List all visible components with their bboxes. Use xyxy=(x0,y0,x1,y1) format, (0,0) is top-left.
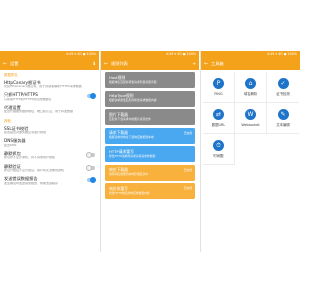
tool-url[interactable]: ⇄ 数据URL xyxy=(203,103,235,134)
setting-subtitle: 配置是否对服务器证书进行校验 xyxy=(4,131,47,135)
rules-screen: 4:49 ▾ 4G ◼ 100% ← 规则列表 + Host规则 根据域名匹配并… xyxy=(100,51,199,252)
rule-status-badge: 已启用 xyxy=(183,167,192,172)
tool-certificate[interactable]: ✓ 证书检测 xyxy=(267,72,299,103)
setting-row-silent-verify[interactable]: 静默验证 抓包开始后不显示验证，用户将无法看到通知 xyxy=(0,162,99,175)
silent-capture-toggle[interactable] xyxy=(86,152,95,159)
page-title: 工具箱 xyxy=(211,61,224,66)
text-edit-icon: ✎ xyxy=(277,108,289,120)
tool-label: Websocket xyxy=(241,122,260,127)
ping-icon: P xyxy=(213,78,224,90)
rule-subtitle: 修改HTTP响应的响应体数据内容 xyxy=(109,190,150,195)
rule-card[interactable]: HTTP请求重写 修改HTTP请求的请求头和请求体数据 xyxy=(105,146,195,162)
tool-label: PING xyxy=(214,91,223,96)
status-bar: 4:49 ▾ 4G ◼ 100% xyxy=(101,51,199,58)
setting-row-proxy[interactable]: 代理设置 配置代理服务器的地址、端口和认证，用于转发数据 xyxy=(0,103,99,116)
status-bar-text: 4:49 ▾ 4G ◼ 100% xyxy=(266,52,297,56)
toggle-knob xyxy=(86,152,92,159)
toggle-knob xyxy=(86,164,92,171)
rule-subtitle: 根据请求类型匹配并修改请求数据内容 xyxy=(109,98,157,102)
back-arrow-icon[interactable]: ← xyxy=(204,61,211,67)
tool-label: 时间戳 xyxy=(213,154,224,159)
rule-status-badge: 已启用 xyxy=(183,130,192,135)
tool-grid: P PING ⌂ 域名解析 ✓ 证书检测 ⇄ 数据URL W Websocket… xyxy=(203,72,300,165)
toggle-knob xyxy=(90,93,96,100)
dns-icon: ⌂ xyxy=(245,77,256,89)
tool-dns[interactable]: ⌂ 域名解析 xyxy=(235,72,267,103)
status-bar: 4:49 ▾ 4G ◼ 100% xyxy=(201,51,300,58)
back-arrow-icon[interactable]: ← xyxy=(3,61,10,67)
rule-subtitle: 保存响应数据到本地存储目录中 xyxy=(109,172,149,176)
setting-subtitle: 抓包开始后不显示验证，用户将无法看到通知 xyxy=(4,169,65,173)
tool-websocket[interactable]: W Websocket xyxy=(235,103,267,134)
rule-card-list: Host规则 根据域名匹配并转发请求到目标服务器 HttpType规则 根据请求… xyxy=(101,70,199,204)
rule-subtitle: 修改HTTP请求的请求头和请求体数据 xyxy=(109,153,156,158)
setting-subtitle: 只抓取HTTP和HTTPS协议的数据包 xyxy=(4,97,52,101)
rule-subtitle: 根据域名匹配并转发请求到目标服务器 xyxy=(109,79,157,84)
toggle-knob xyxy=(90,177,96,184)
url-icon: ⇄ xyxy=(213,108,224,120)
back-arrow-icon[interactable]: ← xyxy=(104,61,111,67)
websocket-icon: W xyxy=(245,109,256,121)
status-bar: 4:49 ▾ 4G ◼ 100% xyxy=(0,51,99,58)
toolbox-screen: 4:49 ▾ 4G ◼ 100% ← 工具箱 P PING ⌂ 域名解析 ✓ 证… xyxy=(200,51,300,252)
status-bar-text: 4:49 ▾ 4G ◼ 100% xyxy=(165,52,196,56)
setting-subtitle: 配置DNS xyxy=(4,143,17,147)
download-icon[interactable]: ⬇ xyxy=(92,62,96,67)
tool-timestamp[interactable]: ⏱ 时间戳 xyxy=(203,134,235,165)
rule-status-badge: 已启用 xyxy=(183,186,192,190)
setting-row-dns[interactable]: DNS服务器 配置DNS xyxy=(0,137,99,150)
timestamp-icon: ⏱ xyxy=(213,139,224,151)
app-bar: ← 规则列表 + xyxy=(101,58,199,70)
setting-row-root-certificate[interactable]: HttpCanary根证书 安装HttpCanary根证书，用于抓取和解析HTT… xyxy=(0,78,99,91)
rule-card[interactable]: 响应下载器 保存响应数据到本地存储目录中 已启用 xyxy=(105,164,195,181)
rule-subtitle: 根据请求的地址下载响应数据到本地 xyxy=(109,135,154,139)
page-title: 设置 xyxy=(10,61,19,66)
section-header: 数据抓包 xyxy=(4,73,18,77)
certificate-icon: ✓ xyxy=(277,77,289,89)
settings-screen: 4:49 ▾ 4G ◼ 100% ← 设置 ⬇ 数据抓包 HttpCanary根… xyxy=(0,51,99,252)
error-report-toggle[interactable] xyxy=(87,177,96,184)
app-bar: ← 工具箱 xyxy=(201,58,300,70)
setting-row-silent-capture[interactable]: 静默抓包 抓包时不显示通知，并不请求用户授权 xyxy=(0,150,99,163)
setting-subtitle: 抓包时不显示通知，并不请求用户授权 xyxy=(4,156,56,160)
status-bar-text: 4:49 ▾ 4G ◼ 100% xyxy=(65,52,96,56)
rule-card[interactable]: 响应体重写 修改HTTP响应的响应体数据内容 已启用 xyxy=(105,183,195,199)
tool-ping[interactable]: P PING xyxy=(203,72,235,103)
setting-row-ssl[interactable]: SSL证书校验 配置是否对服务器证书进行校验 xyxy=(0,124,99,137)
add-icon[interactable]: + xyxy=(192,62,196,67)
http-only-toggle[interactable] xyxy=(87,93,96,100)
rule-card[interactable]: 请求下载器 根据请求的地址下载响应数据到本地 已启用 xyxy=(105,127,195,144)
rule-subtitle: 匹配并下载请求中的图片资源文件 xyxy=(109,116,151,121)
silent-verify-toggle[interactable] xyxy=(86,164,95,171)
rule-card[interactable]: HttpType规则 根据请求类型匹配并修改请求数据内容 xyxy=(105,90,195,107)
app-bar: ← 设置 ⬇ xyxy=(0,58,99,70)
setting-row-error-report[interactable]: 发送错误数据报告 发生崩溃时发送错误报告，帮助改进程序 xyxy=(0,175,99,188)
tool-label: 数据URL xyxy=(211,123,226,128)
section-header: 其他 xyxy=(4,119,11,124)
tool-label: 域名解析 xyxy=(243,92,258,97)
rule-card[interactable]: 图片下载器 匹配并下载请求中的图片资源文件 xyxy=(105,109,195,125)
tool-label: 文本编辑 xyxy=(276,123,290,128)
setting-subtitle: 安装HttpCanary根证书，用于抓取和解析HTTPS请求数据 xyxy=(4,84,82,88)
setting-subtitle: 发生崩溃时发送错误报告，帮助改进程序 xyxy=(4,181,59,185)
tool-label: 证书检测 xyxy=(276,92,290,97)
rule-card[interactable]: Host规则 根据域名匹配并转发请求到目标服务器 xyxy=(105,72,195,88)
tool-text-edit[interactable]: ✎ 文本编辑 xyxy=(267,103,299,134)
setting-subtitle: 配置代理服务器的地址、端口和认证，用于转发数据 xyxy=(4,110,74,114)
page-title: 规则列表 xyxy=(111,61,128,66)
setting-row-http-only[interactable]: 只抓HTTP/HTTPS 只抓取HTTP和HTTPS协议的数据包 xyxy=(0,91,99,104)
